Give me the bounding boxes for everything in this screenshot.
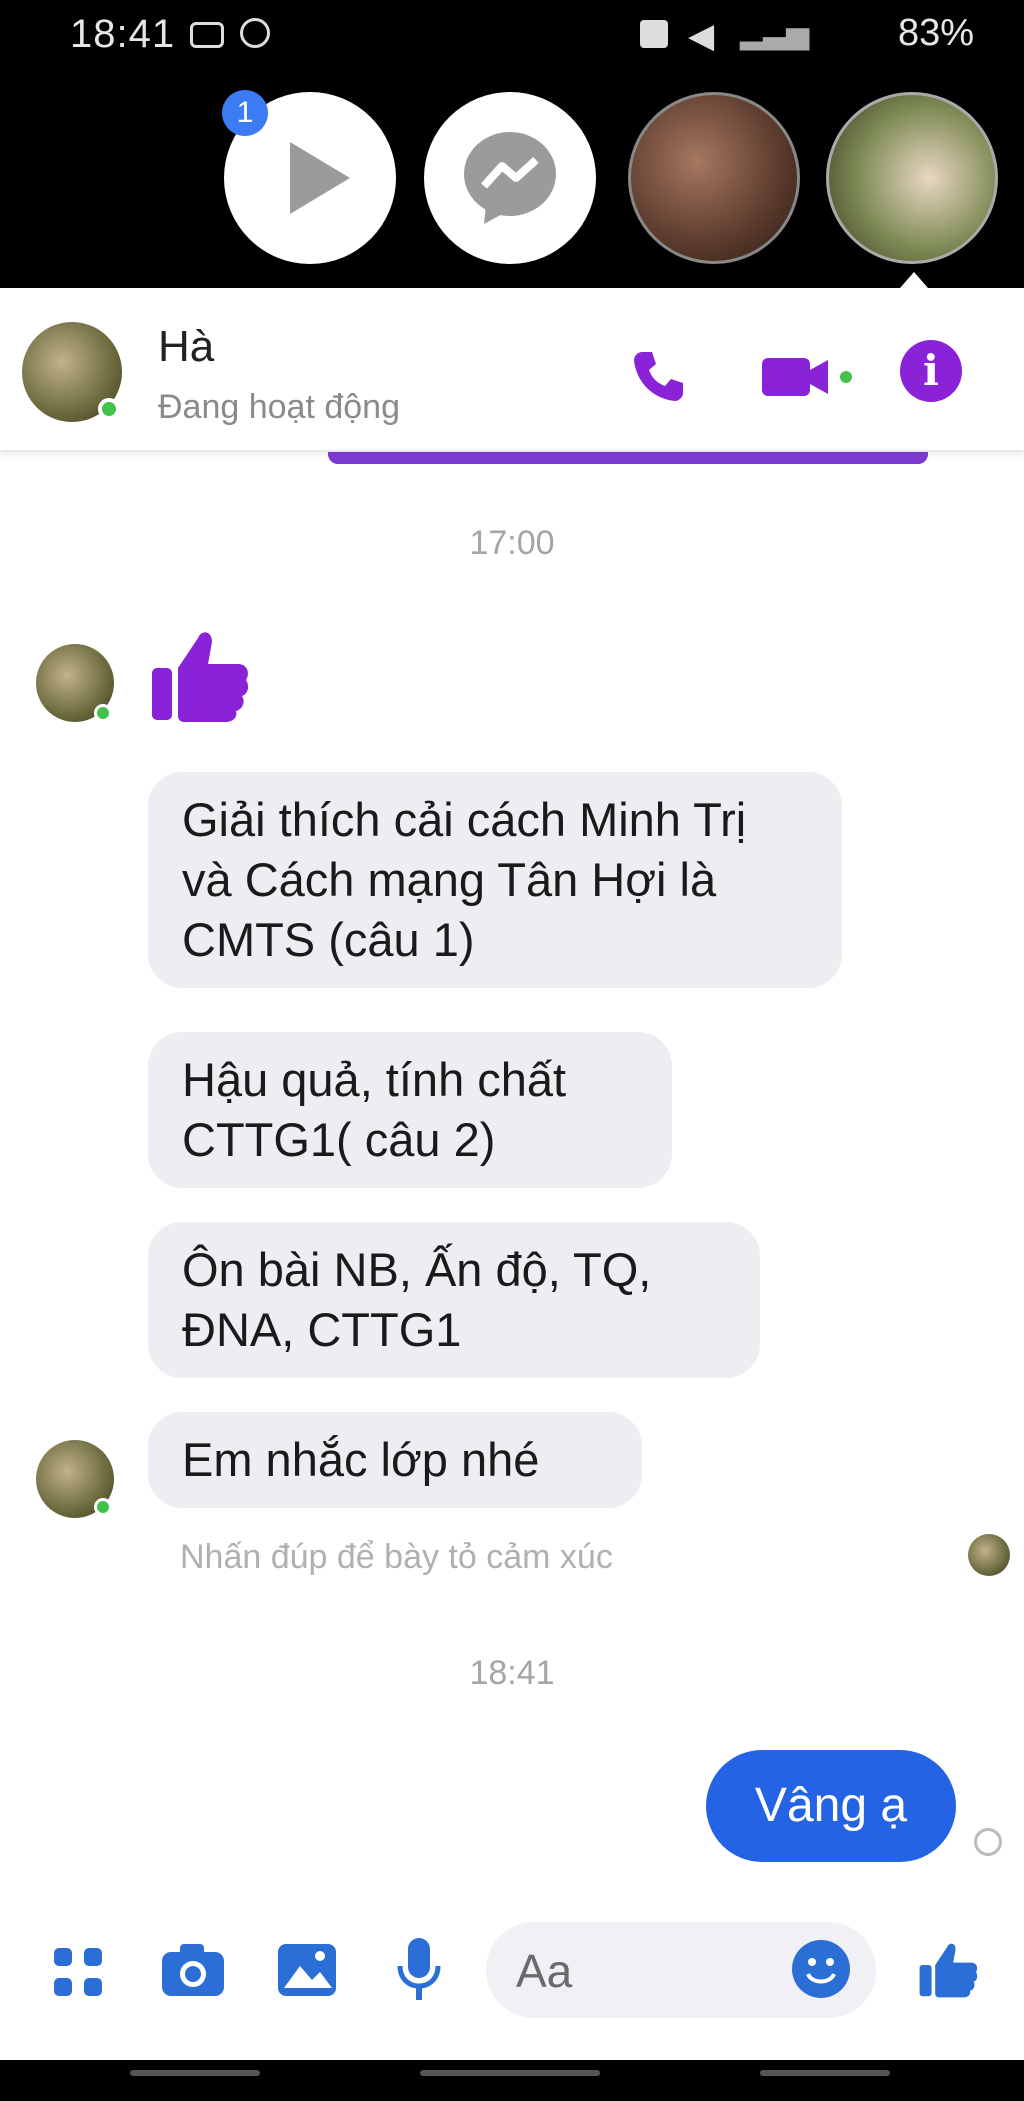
message-bubble[interactable]: Em nhắc lớp nhé	[148, 1412, 642, 1508]
circle-notification-icon	[240, 18, 270, 48]
thumbs-up-icon	[152, 632, 249, 722]
voice-call-button[interactable]	[628, 346, 688, 406]
online-indicator	[94, 704, 112, 722]
mute-icon: ◀	[688, 17, 715, 55]
image-icon	[278, 1944, 336, 1996]
chat-head-pointer	[900, 272, 928, 288]
nav-back[interactable]	[760, 2070, 890, 2076]
online-indicator	[94, 1498, 112, 1516]
status-time: 18:41	[70, 12, 176, 56]
message-bubble[interactable]: Hậu quả, tính chất CTTG1( câu 2)	[148, 1032, 672, 1188]
nav-recent[interactable]	[130, 2070, 260, 2076]
phone-icon	[634, 352, 683, 401]
chat-head-active-contact[interactable]	[826, 92, 998, 264]
emoji-button[interactable]	[790, 1938, 852, 2005]
chat-head-messenger[interactable]	[424, 92, 596, 264]
online-indicator	[98, 398, 120, 420]
message-input-placeholder: Aa	[516, 1945, 573, 1997]
video-camera-icon	[762, 358, 852, 396]
grid-icon	[54, 1948, 102, 1996]
sent-message-bubble[interactable]: Vâng ạ	[706, 1750, 956, 1862]
seen-avatar	[968, 1534, 1010, 1576]
send-like-button[interactable]	[916, 1934, 982, 2007]
video-call-button[interactable]	[758, 346, 858, 406]
message-input[interactable]: Aa	[486, 1922, 876, 2018]
contact-name[interactable]: Hà	[158, 322, 214, 372]
chat-head-badge: 1	[222, 90, 268, 136]
message-bubble[interactable]: Ôn bài NB, Ấn độ, TQ, ĐNA, CTTG1	[148, 1222, 760, 1378]
contact-status: Đang hoạt động	[158, 388, 400, 426]
system-navigation-bar	[0, 2060, 1024, 2101]
menu-grid-button[interactable]	[50, 1944, 106, 2005]
chat-head-contact[interactable]	[628, 92, 800, 264]
battery-level: 83%	[897, 12, 974, 54]
info-button[interactable]: i	[900, 340, 962, 402]
camera-icon	[162, 1944, 224, 1996]
alarm-icon	[640, 20, 668, 48]
camera-button[interactable]	[160, 1940, 226, 2005]
microphone-icon	[397, 1938, 441, 2000]
message-bubble[interactable]: Giải thích cải cách Minh Trị và Cách mạn…	[148, 772, 842, 988]
sent-status-icon	[974, 1828, 1002, 1856]
notification-icon	[190, 22, 224, 48]
message-composer: Aa	[0, 1906, 1024, 2036]
status-bar: 18:41 ◀ ▂▃▅ 83%	[0, 0, 1024, 80]
chat-panel: Hà Đang hoạt động i 17:00 Giải thích cải…	[0, 288, 1024, 2078]
gallery-button[interactable]	[276, 1940, 338, 2005]
signal-icon: ▂▃▅	[740, 17, 810, 50]
emoji-icon	[792, 1940, 850, 1998]
conversation-header: Hà Đang hoạt động i	[0, 288, 1024, 452]
reaction-hint: Nhấn đúp để bày tỏ cảm xúc	[180, 1538, 613, 1576]
nav-home[interactable]	[420, 2070, 600, 2076]
header-accent-strip	[328, 452, 928, 464]
thumbs-up-icon	[919, 1943, 978, 1998]
messenger-icon	[464, 132, 556, 224]
timestamp: 18:41	[469, 1654, 555, 1692]
timestamp: 17:00	[469, 524, 555, 562]
info-icon: i	[923, 346, 939, 395]
like-message[interactable]	[146, 618, 256, 733]
voice-message-button[interactable]	[394, 1936, 444, 2009]
